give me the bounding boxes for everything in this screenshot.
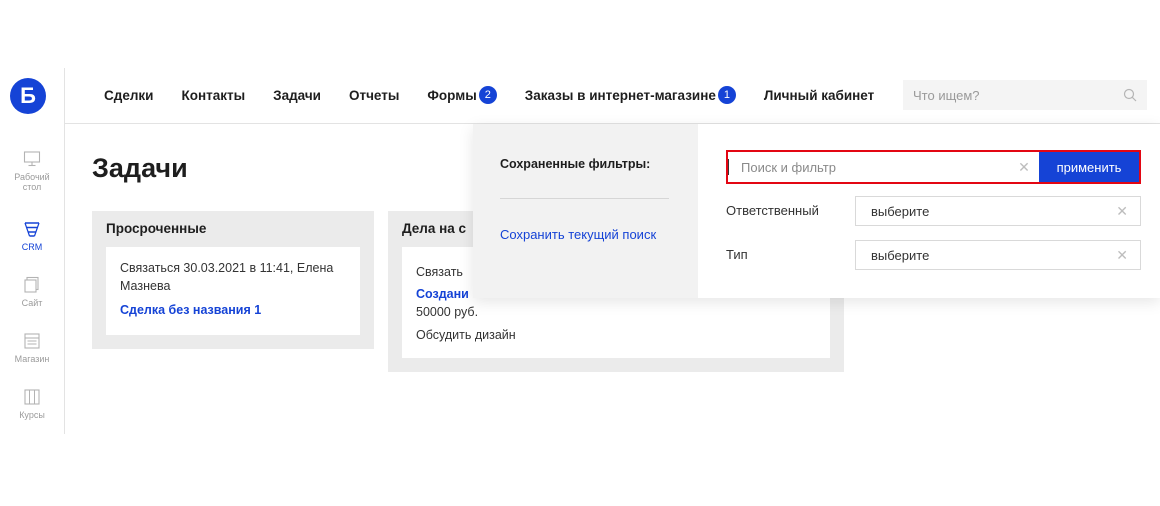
shop-icon: [24, 333, 40, 349]
task-card-text: Связаться 30.03.2021 в 11:41, Елена Мазн…: [120, 261, 334, 293]
sidebar-item-courses[interactable]: Курсы: [0, 388, 64, 420]
nav-forms[interactable]: Формы 2: [427, 86, 497, 104]
nav-tasks[interactable]: Задачи: [273, 88, 321, 103]
orders-badge: 1: [717, 86, 736, 104]
sidebar-item-site[interactable]: Сайт: [0, 276, 64, 308]
sidebar-item-crm[interactable]: CRM: [0, 220, 64, 252]
today-column-title: Дела на с: [402, 221, 467, 236]
logo[interactable]: Б: [10, 78, 46, 114]
monitor-icon: [23, 151, 41, 167]
filter-panel: Сохраненные фильтры: Сохранить текущий п…: [473, 124, 1160, 298]
site-icon: [24, 276, 39, 293]
responsible-value: выберите: [871, 203, 930, 219]
close-icon[interactable]: ✕: [1116, 247, 1128, 264]
task-card[interactable]: Связаться 30.03.2021 в 11:41, Елена Мазн…: [106, 247, 360, 335]
type-value: выберите: [871, 247, 930, 263]
search-icon[interactable]: [1123, 88, 1137, 102]
global-search: [903, 80, 1147, 110]
courses-icon: [24, 389, 40, 405]
close-icon[interactable]: ✕: [1009, 152, 1039, 182]
nav-deals[interactable]: Сделки: [104, 88, 153, 103]
saved-filters-pane: Сохраненные фильтры: Сохранить текущий п…: [473, 124, 698, 298]
nav-shop-orders[interactable]: Заказы в интернет-магазине 1: [525, 86, 736, 104]
filter-search-box: ✕ применить: [726, 150, 1141, 184]
type-select[interactable]: выберите ✕: [855, 240, 1141, 270]
task-amount: 50000 руб.: [416, 305, 479, 319]
task-note: Обсудить дизайн: [416, 328, 516, 342]
nav-account[interactable]: Личный кабинет: [764, 88, 874, 103]
top-nav: Сделки Контакты Задачи Отчеты Формы 2 Зак…: [104, 86, 902, 104]
task-deal-link[interactable]: Сделка без названия 1: [120, 301, 346, 319]
responsible-select[interactable]: выберите ✕: [855, 196, 1141, 226]
overdue-column: Просроченные Связаться 30.03.2021 в 11:4…: [92, 211, 374, 349]
saved-filters-divider: [500, 198, 669, 199]
sidebar-item-shop[interactable]: Магазин: [0, 332, 64, 364]
nav-contacts[interactable]: Контакты: [181, 88, 245, 103]
saved-filters-title: Сохраненные фильтры:: [500, 157, 651, 171]
close-icon[interactable]: ✕: [1116, 203, 1128, 220]
save-current-search-link[interactable]: Сохранить текущий поиск: [500, 227, 656, 242]
filter-search-input[interactable]: [728, 159, 1009, 175]
nav-reports[interactable]: Отчеты: [349, 88, 399, 103]
responsible-label: Ответственный: [726, 203, 819, 218]
overdue-column-title: Просроченные: [106, 221, 207, 236]
apply-button[interactable]: применить: [1039, 152, 1139, 182]
sidebar-item-desktop[interactable]: Рабочий стол: [0, 150, 64, 192]
page-title: Задачи: [92, 153, 188, 183]
global-search-input[interactable]: [913, 87, 1123, 103]
forms-badge: 2: [478, 86, 497, 104]
type-label: Тип: [726, 247, 748, 262]
crm-icon: [24, 222, 40, 237]
